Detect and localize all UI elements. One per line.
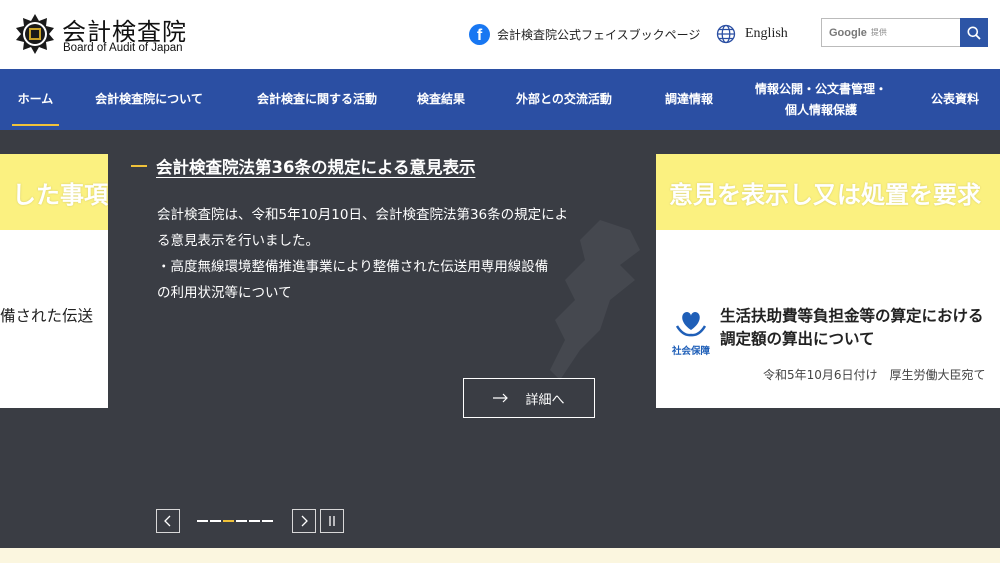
nav-item-procurement[interactable]: 調達情報 <box>658 69 720 130</box>
prev-slide-button[interactable] <box>156 509 180 533</box>
slide-title[interactable]: 会計検査院法第36条の規定による意見表示 <box>156 154 475 178</box>
social-security-label: 社会保障 <box>671 346 710 357</box>
pause-icon <box>329 516 335 526</box>
prev-slide-card[interactable]: した事項 備された伝送 <box>0 154 108 408</box>
nav-item-about[interactable]: 会計検査院について <box>90 69 208 130</box>
prev-slide-band: した事項 <box>0 154 108 230</box>
nav-label-line2: 個人情報保護 <box>784 102 857 117</box>
next-slide-title-line: 生活扶助費等負担金等の算定における <box>720 307 984 325</box>
english-link[interactable]: English <box>716 23 788 45</box>
facebook-icon: f <box>469 23 490 45</box>
chevron-left-icon <box>164 515 171 527</box>
arrow-right-icon <box>493 393 509 403</box>
heading-accent <box>131 165 147 167</box>
next-slide-card[interactable]: 意見を表示し又は処置を要求 社会保障 生活扶助費等負担金等の算定における 調定額… <box>656 154 1000 408</box>
slide-body-line: 会計検査院は、令和5年10月10日、会計検査院法第36条の規定によ <box>157 207 569 223</box>
english-link-label: English <box>745 26 788 41</box>
facebook-link[interactable]: f 会計検査院公式フェイスブックページ <box>469 23 700 45</box>
nav-label: ホーム <box>17 92 54 106</box>
heart-hands-icon <box>675 312 707 337</box>
global-nav: ホーム 会計検査院について 会計検査に関する活動 検査結果 外部との交流活動 調… <box>0 69 1000 130</box>
carousel-dot[interactable] <box>249 520 260 522</box>
nav-label: 公表資料 <box>930 92 979 106</box>
nav-item-results[interactable]: 検査結果 <box>410 69 472 130</box>
detail-button-label: 詳細へ <box>525 392 565 408</box>
logo-subtitle[interactable]: Board of Audit of Japan <box>63 42 183 54</box>
next-slide-band: 意見を表示し又は処置を要求 <box>656 154 1000 230</box>
globe-icon <box>716 24 736 44</box>
carousel-dot[interactable] <box>197 520 208 522</box>
nav-label: 会計検査に関する活動 <box>256 92 377 106</box>
chevron-right-icon <box>301 515 308 527</box>
google-label: Google <box>829 26 867 39</box>
carousel-indicators <box>197 520 273 522</box>
nav-item-disclosure[interactable]: 情報公開・公文書管理・ 個人情報保護 <box>750 69 892 130</box>
slide-body-line: ・高度無線環境整備推進事業により整備された伝送用専用線設備 <box>157 259 549 275</box>
nav-item-exchange[interactable]: 外部との交流活動 <box>510 69 618 130</box>
next-slide-title: 生活扶助費等負担金等の算定における 調定額の算出について <box>720 305 1000 351</box>
next-slide-title-line: 調定額の算出について <box>720 330 875 348</box>
detail-button[interactable]: 詳細へ <box>463 378 595 418</box>
search-icon <box>967 26 981 40</box>
carousel-dot[interactable] <box>262 520 273 522</box>
emblem-logo[interactable] <box>14 13 56 55</box>
slide-heading: 会計検査院法第36条の規定による意見表示 <box>131 154 475 178</box>
social-security-badge: 社会保障 <box>669 308 713 357</box>
provided-label: 提供 <box>870 28 887 37</box>
nav-item-publications[interactable]: 公表資料 <box>924 69 986 130</box>
hero-carousel: した事項 備された伝送 会計検査院法第36条の規定による意見表示 会計検査院は、… <box>0 130 1000 548</box>
next-slide-date: 令和5年10月6日付け 厚生労働大臣宛て <box>763 368 986 382</box>
slide-body: 会計検査院は、令和5年10月10日、会計検査院法第36条の規定によ る意見表示を… <box>157 202 597 306</box>
pause-button[interactable] <box>320 509 344 533</box>
nav-label: 外部との交流活動 <box>516 92 612 106</box>
search-input[interactable]: Google 提供 <box>821 18 961 47</box>
nav-item-activities[interactable]: 会計検査に関する活動 <box>252 69 382 130</box>
nav-label: 調達情報 <box>664 92 713 106</box>
carousel-dot-active[interactable] <box>223 520 234 522</box>
nav-label: 会計検査院について <box>95 92 203 106</box>
search-button[interactable] <box>960 18 988 47</box>
slide-body-line: の利用状況等について <box>157 285 292 301</box>
nav-label: 情報公開・公文書管理・ <box>754 81 887 96</box>
carousel-dot[interactable] <box>236 520 247 522</box>
nav-item-home[interactable]: ホーム <box>12 69 59 130</box>
site-header: 会計検査院 Board of Audit of Japan f 会計検査院公式フ… <box>0 0 1000 69</box>
next-slide-button[interactable] <box>292 509 316 533</box>
nav-label: 検査結果 <box>416 92 465 106</box>
carousel-dot[interactable] <box>210 520 221 522</box>
content-area-edge <box>0 548 1000 563</box>
slide-body-line: る意見表示を行いました。 <box>157 233 319 249</box>
facebook-link-label: 会計検査院公式フェイスブックページ <box>497 27 701 42</box>
prev-slide-text: 備された伝送 <box>0 307 94 325</box>
